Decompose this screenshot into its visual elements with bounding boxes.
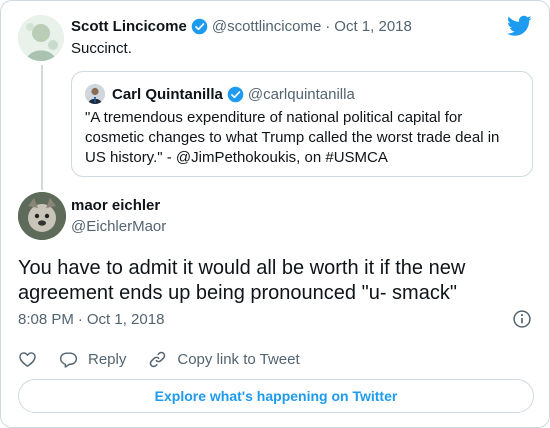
quoted-tweet[interactable]: Carl Quintanilla @carlquintanilla "A tre… <box>71 71 533 177</box>
quoted-tweet-header: Carl Quintanilla @carlquintanilla <box>85 84 355 104</box>
main-author-handle[interactable]: @EichlerMaor <box>71 218 166 235</box>
link-icon <box>150 351 166 368</box>
tweet-date[interactable]: Oct 1, 2018 <box>87 311 165 328</box>
copy-link-button[interactable]: Copy link to Tweet <box>148 350 300 369</box>
maor-eichler-avatar[interactable] <box>18 192 66 240</box>
parent-tweet-header: Scott Lincicome @scottlincicome · Oct 1,… <box>71 18 412 35</box>
explore-label: Explore what's happening on Twitter <box>154 388 398 404</box>
quoted-author-name: Carl Quintanilla <box>112 85 223 103</box>
verified-badge-icon <box>191 18 208 35</box>
like-button[interactable] <box>18 350 37 369</box>
reply-label: Reply <box>88 351 127 368</box>
reply-bubble-icon <box>59 352 78 368</box>
reply-button[interactable]: Reply <box>59 350 126 369</box>
main-author-name[interactable]: maor eichler <box>71 197 160 214</box>
verified-badge-icon <box>227 86 244 102</box>
quoted-author-handle: @carlquintanilla <box>247 85 355 103</box>
tweet-time[interactable]: 8:08 PM <box>18 311 74 328</box>
separator-dot: · <box>77 311 83 328</box>
parent-author-name[interactable]: Scott Lincicome <box>71 18 187 35</box>
parent-tweet-date[interactable]: Oct 1, 2018 <box>334 18 412 35</box>
separator-dot: · <box>325 18 331 35</box>
info-icon[interactable] <box>512 309 532 329</box>
scott-lincicome-avatar[interactable] <box>18 15 64 61</box>
main-tweet-text: You have to admit it would all be worth … <box>18 257 466 304</box>
explore-twitter-button[interactable]: Explore what's happening on Twitter <box>18 379 534 413</box>
parent-author-handle[interactable]: @scottlincicome <box>212 18 321 35</box>
thread-connector-line <box>41 65 43 190</box>
copy-link-label: Copy link to Tweet <box>177 351 300 368</box>
carl-quintanilla-avatar <box>85 84 105 104</box>
heart-icon <box>19 352 36 367</box>
parent-tweet-text: Succinct. <box>71 40 132 57</box>
quoted-tweet-text: "A tremendous expenditure of national po… <box>85 109 500 166</box>
tweet-embed-card: Scott Lincicome @scottlincicome · Oct 1,… <box>0 0 550 428</box>
twitter-bird-icon[interactable] <box>507 15 532 37</box>
tweet-actions-bar: Reply Copy link to Tweet <box>18 350 322 369</box>
tweet-timestamp[interactable]: 8:08 PM · Oct 1, 2018 <box>18 311 164 328</box>
